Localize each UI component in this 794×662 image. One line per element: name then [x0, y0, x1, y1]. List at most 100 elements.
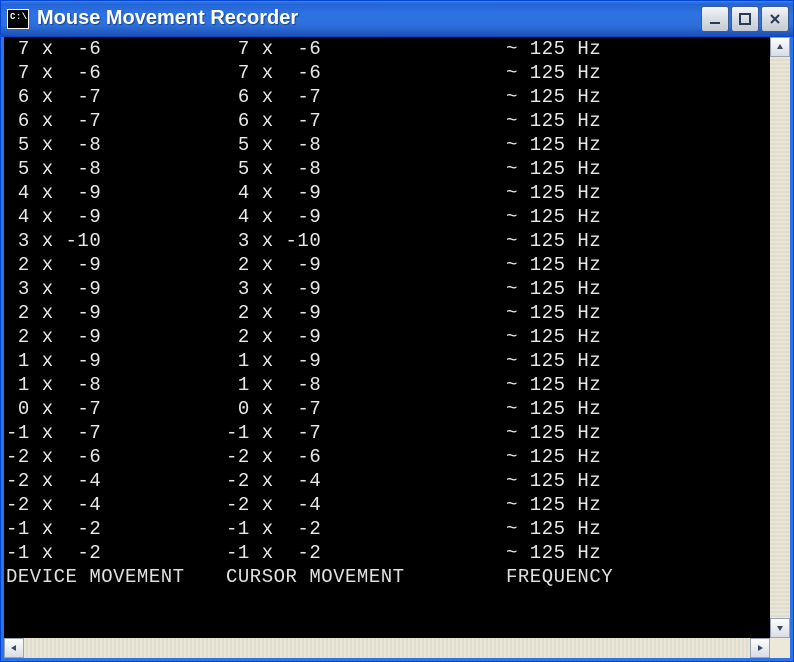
cursor-movement-cell: 2 x -9 — [226, 325, 506, 349]
console-footer-row: DEVICE MOVEMENTCURSOR MOVEMENTFREQUENCY — [6, 565, 770, 589]
console-row: 1 x -8 1 x -8~ 125 Hz — [6, 373, 770, 397]
cursor-movement-cell: -2 x -4 — [226, 493, 506, 517]
chevron-right-icon — [756, 644, 764, 652]
device-movement-cell: 3 x -9 — [6, 277, 226, 301]
device-movement-cell: 2 x -9 — [6, 253, 226, 277]
console-row: 3 x -10 3 x -10~ 125 Hz — [6, 229, 770, 253]
frequency-cell: ~ 125 Hz — [506, 397, 770, 421]
scroll-down-button[interactable] — [770, 618, 790, 638]
device-movement-cell: 2 x -9 — [6, 301, 226, 325]
frequency-cell: ~ 125 Hz — [506, 541, 770, 565]
frequency-cell: ~ 125 Hz — [506, 493, 770, 517]
cursor-movement-header: CURSOR MOVEMENT — [226, 565, 506, 589]
chevron-left-icon — [10, 644, 18, 652]
chevron-down-icon — [776, 624, 784, 632]
frequency-cell: ~ 125 Hz — [506, 61, 770, 85]
cursor-movement-cell: 7 x -6 — [226, 37, 506, 61]
device-movement-cell: -2 x -4 — [6, 469, 226, 493]
frequency-cell: ~ 125 Hz — [506, 229, 770, 253]
cursor-movement-cell: 2 x -9 — [226, 301, 506, 325]
frequency-cell: ~ 125 Hz — [506, 349, 770, 373]
cursor-movement-cell: -2 x -6 — [226, 445, 506, 469]
device-movement-cell: -1 x -2 — [6, 541, 226, 565]
device-movement-cell: 2 x -9 — [6, 325, 226, 349]
frequency-cell: ~ 125 Hz — [506, 109, 770, 133]
device-movement-cell: 5 x -8 — [6, 133, 226, 157]
device-movement-cell: 1 x -9 — [6, 349, 226, 373]
cursor-movement-cell: 0 x -7 — [226, 397, 506, 421]
vertical-scrollbar-track[interactable] — [770, 57, 790, 618]
console-row: -2 x -4-2 x -4~ 125 Hz — [6, 469, 770, 493]
frequency-cell: ~ 125 Hz — [506, 205, 770, 229]
cursor-movement-cell: -1 x -7 — [226, 421, 506, 445]
console-row: -2 x -6-2 x -6~ 125 Hz — [6, 445, 770, 469]
console-row: 4 x -9 4 x -9~ 125 Hz — [6, 181, 770, 205]
chevron-up-icon — [776, 43, 784, 51]
frequency-cell: ~ 125 Hz — [506, 133, 770, 157]
maximize-icon — [738, 12, 752, 26]
console-row: 7 x -6 7 x -6~ 125 Hz — [6, 37, 770, 61]
console-row: 2 x -9 2 x -9~ 125 Hz — [6, 325, 770, 349]
vertical-scrollbar[interactable] — [770, 37, 790, 638]
scroll-left-button[interactable] — [4, 638, 24, 658]
frequency-cell: ~ 125 Hz — [506, 517, 770, 541]
console-row: -1 x -7-1 x -7~ 125 Hz — [6, 421, 770, 445]
console-row: 1 x -9 1 x -9~ 125 Hz — [6, 349, 770, 373]
app-icon[interactable]: C:\ — [7, 9, 29, 29]
console-row: -2 x -4-2 x -4~ 125 Hz — [6, 493, 770, 517]
frequency-cell: ~ 125 Hz — [506, 421, 770, 445]
cursor-movement-cell: -2 x -4 — [226, 469, 506, 493]
scroll-right-button[interactable] — [750, 638, 770, 658]
horizontal-scrollbar-track[interactable] — [24, 638, 750, 658]
cursor-movement-cell: 3 x -9 — [226, 277, 506, 301]
frequency-cell: ~ 125 Hz — [506, 181, 770, 205]
frequency-cell: ~ 125 Hz — [506, 253, 770, 277]
device-movement-cell: 6 x -7 — [6, 85, 226, 109]
cursor-movement-cell: -1 x -2 — [226, 541, 506, 565]
frequency-header: FREQUENCY — [506, 565, 770, 589]
device-movement-cell: 6 x -7 — [6, 109, 226, 133]
cursor-movement-cell: 6 x -7 — [226, 109, 506, 133]
cursor-movement-cell: 3 x -10 — [226, 229, 506, 253]
app-window: C:\ Mouse Movement Recorder — [0, 0, 794, 662]
console-row: 3 x -9 3 x -9~ 125 Hz — [6, 277, 770, 301]
console-row: 2 x -9 2 x -9~ 125 Hz — [6, 253, 770, 277]
scroll-up-button[interactable] — [770, 37, 790, 57]
console-row: 6 x -7 6 x -7~ 125 Hz — [6, 109, 770, 133]
cursor-movement-cell: 5 x -8 — [226, 157, 506, 181]
cursor-movement-cell: 7 x -6 — [226, 61, 506, 85]
close-button[interactable] — [761, 6, 789, 32]
scrollbar-corner — [770, 638, 790, 658]
frequency-cell: ~ 125 Hz — [506, 373, 770, 397]
console-row: 4 x -9 4 x -9~ 125 Hz — [6, 205, 770, 229]
device-movement-cell: -2 x -6 — [6, 445, 226, 469]
window-controls — [701, 6, 789, 32]
cursor-movement-cell: -1 x -2 — [226, 517, 506, 541]
device-movement-cell: 1 x -8 — [6, 373, 226, 397]
cursor-movement-cell: 2 x -9 — [226, 253, 506, 277]
horizontal-scrollbar[interactable] — [4, 638, 770, 658]
maximize-button[interactable] — [731, 6, 759, 32]
app-icon-glyph: C:\ — [10, 13, 28, 22]
device-movement-cell: -1 x -2 — [6, 517, 226, 541]
device-movement-cell: 0 x -7 — [6, 397, 226, 421]
frequency-cell: ~ 125 Hz — [506, 469, 770, 493]
console-row: -1 x -2-1 x -2~ 125 Hz — [6, 517, 770, 541]
frequency-cell: ~ 125 Hz — [506, 445, 770, 469]
client-area: 7 x -6 7 x -6~ 125 Hz 7 x -6 7 x -6~ 125… — [1, 37, 793, 661]
console-wrap: 7 x -6 7 x -6~ 125 Hz 7 x -6 7 x -6~ 125… — [4, 37, 790, 638]
minimize-button[interactable] — [701, 6, 729, 32]
frequency-cell: ~ 125 Hz — [506, 325, 770, 349]
device-movement-cell: 5 x -8 — [6, 157, 226, 181]
device-movement-cell: 7 x -6 — [6, 61, 226, 85]
frequency-cell: ~ 125 Hz — [506, 277, 770, 301]
console-row: 7 x -6 7 x -6~ 125 Hz — [6, 61, 770, 85]
frequency-cell: ~ 125 Hz — [506, 85, 770, 109]
title-bar[interactable]: C:\ Mouse Movement Recorder — [1, 1, 793, 37]
console-row: 5 x -8 5 x -8~ 125 Hz — [6, 157, 770, 181]
device-movement-cell: 3 x -10 — [6, 229, 226, 253]
cursor-movement-cell: 4 x -9 — [226, 181, 506, 205]
cursor-movement-cell: 5 x -8 — [226, 133, 506, 157]
console-row: -1 x -2-1 x -2~ 125 Hz — [6, 541, 770, 565]
device-movement-cell: 7 x -6 — [6, 37, 226, 61]
